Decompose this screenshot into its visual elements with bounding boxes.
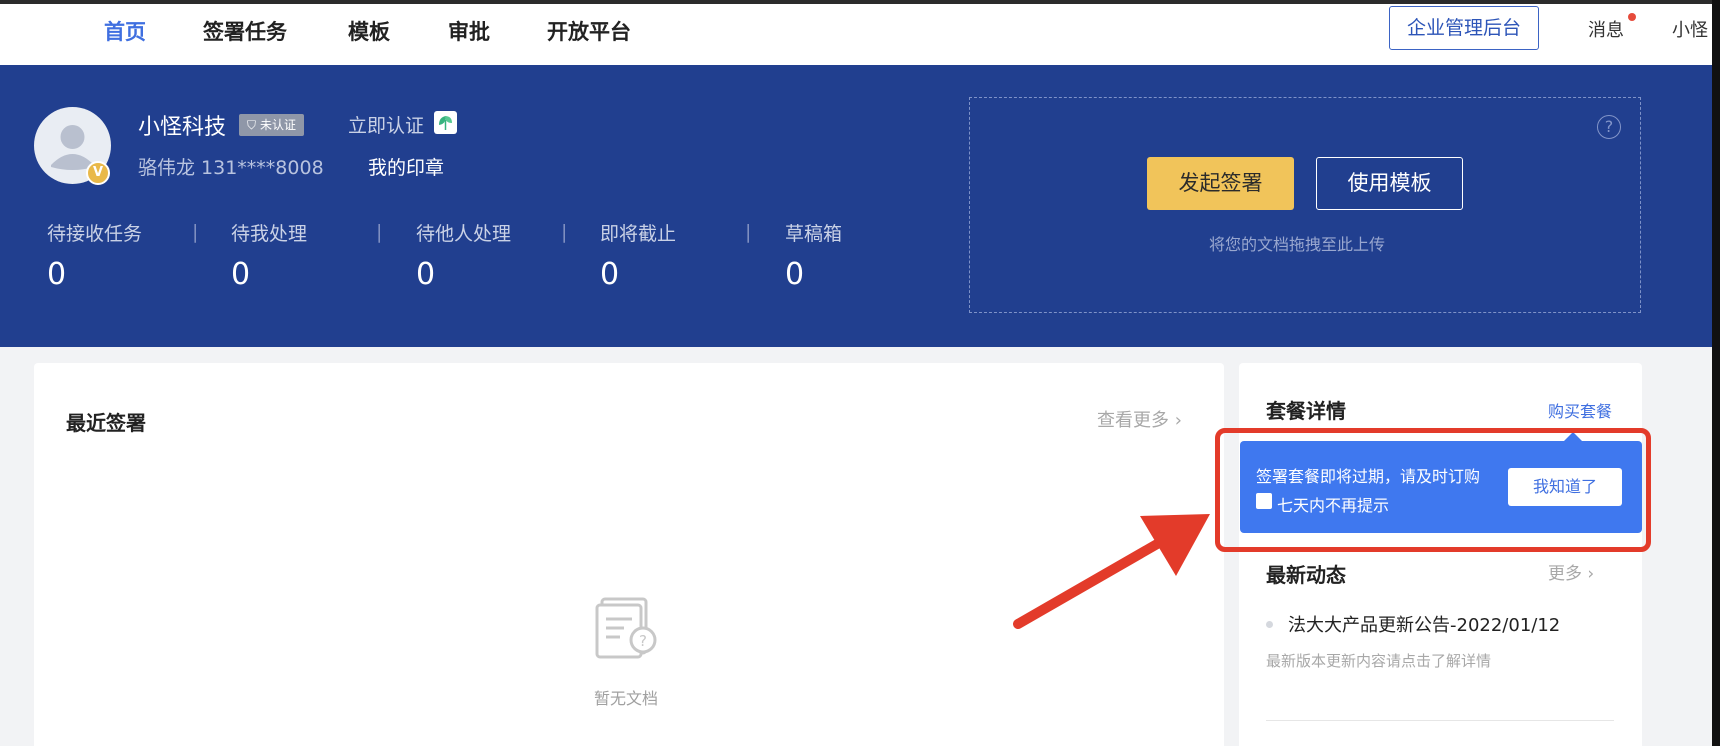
stat-divider: | (192, 221, 199, 243)
annotation-highlight-box (1215, 428, 1651, 552)
stat-value-pending-me[interactable]: 0 (231, 257, 250, 292)
shield-icon: ⛉ (247, 118, 257, 132)
nav-sign-tasks[interactable]: 签署任务 (203, 16, 287, 46)
chevron-right-icon: › (1169, 410, 1182, 431)
unread-dot (1628, 13, 1636, 21)
buy-plan-link[interactable]: 购买套餐 (1548, 398, 1612, 422)
empty-state-text: 暂无文档 (594, 689, 659, 708)
stat-value-pending-receive[interactable]: 0 (47, 257, 66, 292)
window-edge (1712, 0, 1720, 746)
stat-label-drafts[interactable]: 草稿箱 (785, 219, 842, 246)
company-name: 小怪科技 (138, 115, 227, 140)
news-more-link[interactable]: 更多 › (1548, 559, 1594, 584)
stat-value-due-soon[interactable]: 0 (600, 257, 619, 292)
stat-divider: | (561, 221, 568, 243)
user-menu[interactable]: 小怪 (1672, 16, 1708, 42)
chevron-right-icon: › (1582, 564, 1595, 584)
status-badge: ⛉ 未认证 (239, 114, 305, 136)
annotation-arrow-icon (1013, 514, 1210, 629)
top-navbar: 首页 签署任务 模板 审批 开放平台 企业管理后台 消息 小怪 (0, 4, 1712, 65)
stat-label-pending-me[interactable]: 待我处理 (231, 219, 307, 246)
recent-signing-title: 最近签署 (66, 411, 146, 435)
view-more-label: 查看更多 (1097, 410, 1169, 431)
use-template-button[interactable]: 使用模板 (1316, 157, 1463, 210)
view-more-link[interactable]: 查看更多 › (1097, 406, 1182, 432)
nav-approval[interactable]: 审批 (448, 16, 490, 46)
divider (1266, 720, 1614, 721)
leaf-icon[interactable] (434, 111, 457, 134)
stat-label-due-soon[interactable]: 即将截止 (600, 219, 676, 246)
vip-badge: V (86, 161, 110, 185)
upload-drop-zone[interactable] (969, 97, 1641, 313)
empty-document-icon: ? (595, 597, 657, 659)
stat-divider: | (745, 221, 752, 243)
stat-value-pending-others[interactable]: 0 (416, 257, 435, 292)
nav-home[interactable]: 首页 (104, 16, 146, 46)
latest-news-title: 最新动态 (1266, 563, 1346, 587)
upload-hint: 将您的文档拖拽至此上传 (1209, 235, 1386, 254)
enterprise-admin-button[interactable]: 企业管理后台 (1389, 6, 1539, 50)
app-window: 首页 签署任务 模板 审批 开放平台 企业管理后台 消息 小怪 V 小怪科技 ⛉… (0, 0, 1712, 746)
verify-now-link[interactable]: 立即认证 (348, 111, 424, 138)
news-item-desc: 最新版本更新内容请点击了解详情 (1266, 652, 1492, 670)
stat-label-pending-others[interactable]: 待他人处理 (416, 219, 511, 246)
user-name-phone: 骆伟龙 131****8008 (138, 157, 324, 179)
stat-value-drafts[interactable]: 0 (785, 257, 804, 292)
bullet-dot (1266, 621, 1273, 628)
start-signing-button[interactable]: 发起签署 (1147, 157, 1294, 210)
nav-open-platform[interactable]: 开放平台 (547, 16, 631, 46)
svg-text:?: ? (639, 632, 647, 650)
messages-link[interactable]: 消息 (1588, 16, 1624, 42)
nav-templates[interactable]: 模板 (348, 16, 390, 46)
my-seal-link[interactable]: 我的印章 (368, 153, 444, 180)
news-item-title[interactable]: 法大大产品更新公告-2022/01/12 (1288, 611, 1560, 637)
stat-label-pending-receive[interactable]: 待接收任务 (47, 219, 142, 246)
status-badge-text: 未认证 (260, 118, 297, 132)
dashboard-banner: V 小怪科技 ⛉ 未认证 立即认证 骆伟龙 131****8008 我的印章 待接… (0, 65, 1712, 347)
stat-divider: | (376, 221, 383, 243)
news-more-label: 更多 (1548, 564, 1582, 584)
help-icon[interactable]: ? (1597, 115, 1621, 139)
plan-details-title: 套餐详情 (1266, 399, 1346, 423)
side-panel: 套餐详情 购买套餐 最新动态 更多 › 法大大产品更新公告-2022/01/12… (1239, 363, 1642, 746)
